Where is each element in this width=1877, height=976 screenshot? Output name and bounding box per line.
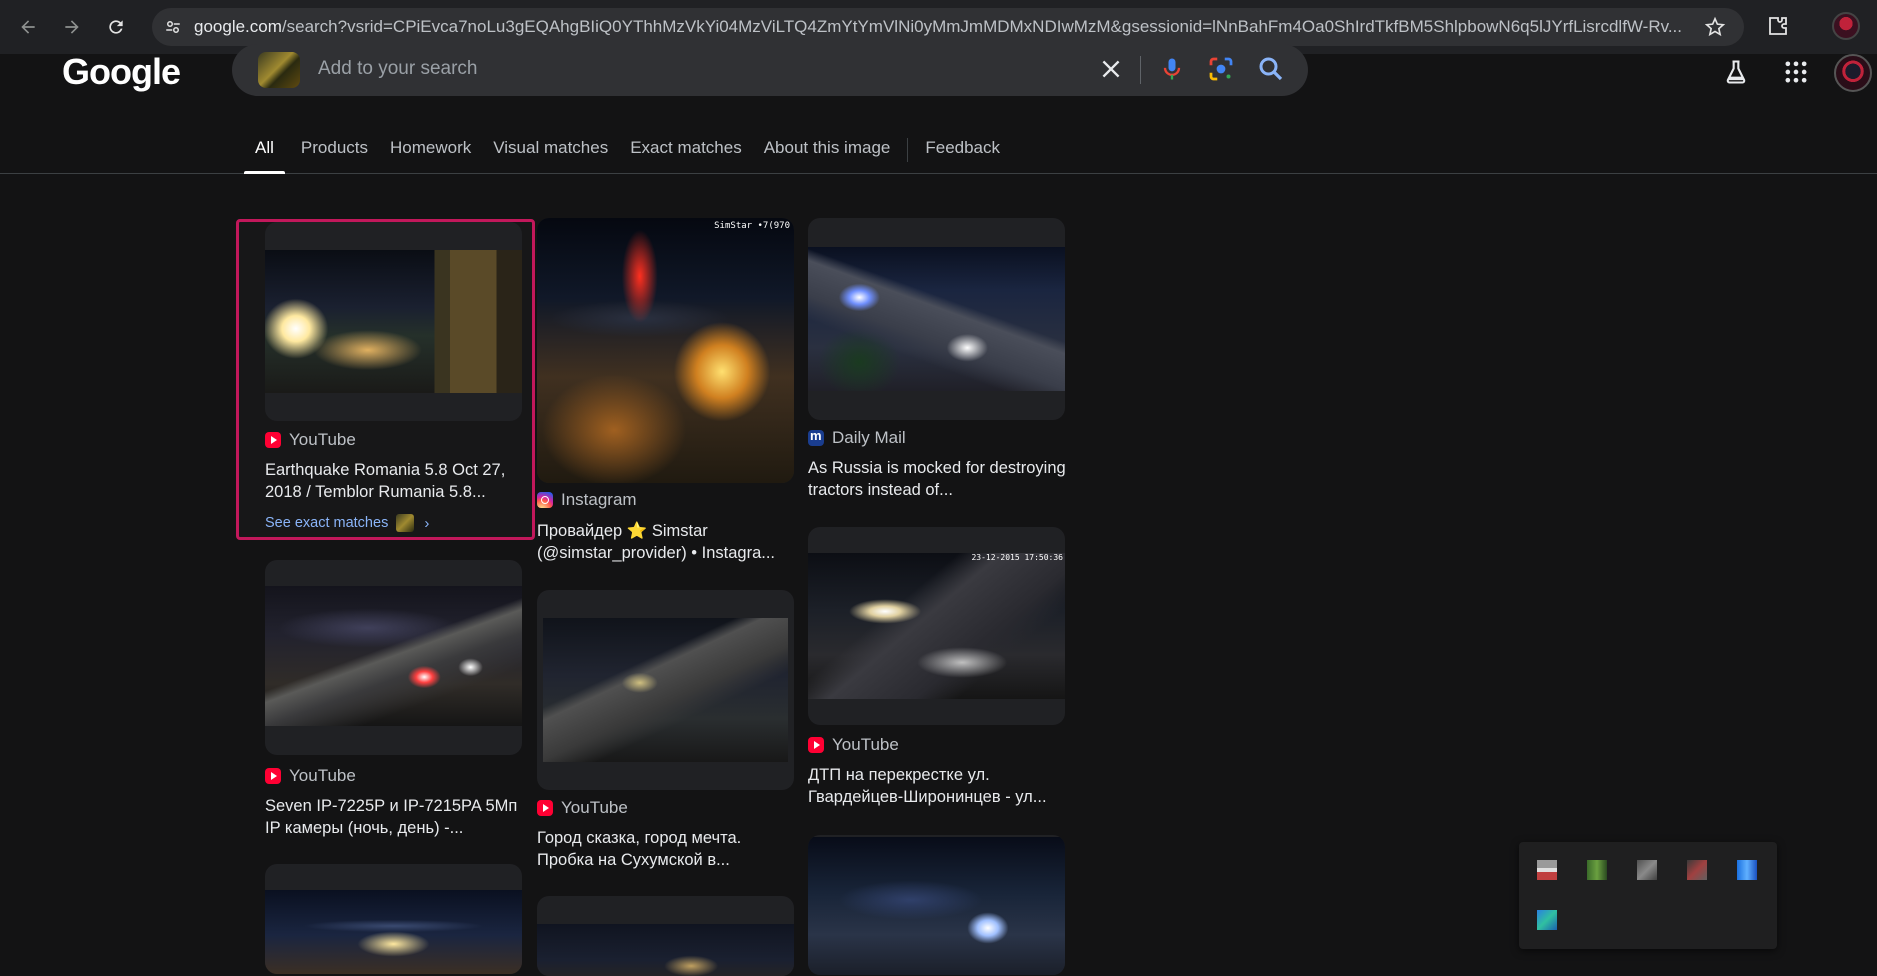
microphone-icon[interactable] <box>1158 54 1186 84</box>
pixelated-app-icon[interactable] <box>1537 860 1557 880</box>
tab-exact-matches[interactable]: Exact matches <box>619 138 753 174</box>
result-source[interactable]: Daily Mail <box>808 428 906 448</box>
arrow-right-icon <box>65 20 79 34</box>
result-source[interactable]: YouTube <box>265 430 356 450</box>
result-image[interactable] <box>808 835 1065 975</box>
source-name: Instagram <box>561 490 637 509</box>
account-avatar[interactable] <box>1834 54 1872 92</box>
google-logo[interactable]: Google <box>62 54 181 90</box>
address-bar[interactable]: google.com/search?vsrid=CPiEvca7noLu3gEQ… <box>152 8 1744 46</box>
result-card[interactable] <box>808 835 1065 975</box>
source-name: Daily Mail <box>832 428 906 447</box>
google-header: Google Add to your search All Products H… <box>0 44 1877 174</box>
daily-mail-icon <box>808 428 824 446</box>
result-source[interactable]: YouTube <box>537 798 628 818</box>
result-title[interactable]: Seven IP-7225P и IP-7215PA 5Мп IP камеры… <box>265 795 525 839</box>
arrow-left-icon <box>21 20 35 34</box>
result-title[interactable]: As Russia is mocked for destroying tract… <box>808 457 1068 501</box>
result-card[interactable] <box>537 896 794 976</box>
source-name: YouTube <box>832 735 899 754</box>
chevron-right-icon: › <box>424 514 430 532</box>
tab-about-this-image[interactable]: About this image <box>753 138 902 174</box>
exact-match-thumbnail <box>396 514 415 532</box>
result-card[interactable] <box>265 864 522 974</box>
tab-visual-matches[interactable]: Visual matches <box>482 138 619 174</box>
pixelated-app-icon[interactable] <box>1737 860 1757 880</box>
result-image[interactable] <box>537 590 794 790</box>
result-card[interactable]: 23-12-2015 17:50:36 YouTube ДТП на перек… <box>808 527 1065 806</box>
instagram-icon <box>537 492 553 508</box>
image-watermark: SimStar •7(970 <box>714 221 790 231</box>
result-image[interactable]: 23-12-2015 17:50:36 <box>808 527 1065 725</box>
result-card[interactable]: Daily Mail As Russia is mocked for destr… <box>808 218 1066 499</box>
see-exact-matches-label: See exact matches <box>265 515 389 531</box>
forward-button[interactable] <box>54 9 90 45</box>
google-lens-icon[interactable] <box>1206 54 1236 84</box>
youtube-icon <box>265 432 281 448</box>
search-icon[interactable] <box>1256 54 1286 84</box>
search-box[interactable]: Add to your search <box>232 44 1308 96</box>
url-host: google.com <box>194 17 282 36</box>
result-title[interactable]: ДТП на перекрестке ул. Гвардейцев-Широни… <box>808 764 1068 808</box>
url-text[interactable]: google.com/search?vsrid=CPiEvca7noLu3gEQ… <box>194 17 1699 37</box>
labs-flask-icon[interactable] <box>1722 58 1750 86</box>
result-image[interactable]: SimStar •7(970 <box>537 218 794 483</box>
tab-all[interactable]: All <box>244 138 285 174</box>
source-name: YouTube <box>289 766 356 785</box>
result-card[interactable]: YouTube Город сказка, город мечта. Пробк… <box>537 590 794 869</box>
tab-homework[interactable]: Homework <box>379 138 482 174</box>
url-path: /search?vsrid=CPiEvca7noLu3gEQAhgBIiQ0YT… <box>281 17 1683 36</box>
result-image[interactable] <box>265 864 522 974</box>
image-timestamp: 23-12-2015 17:50:36 <box>971 553 1063 562</box>
see-exact-matches-link[interactable]: See exact matches › <box>265 514 429 532</box>
source-name: YouTube <box>289 430 356 449</box>
reload-button[interactable] <box>98 9 134 45</box>
clear-icon[interactable] <box>1098 56 1124 82</box>
result-title[interactable]: Earthquake Romania 5.8 Oct 27, 2018 / Te… <box>265 459 525 503</box>
bookmark-star-icon[interactable] <box>1704 16 1726 38</box>
result-image[interactable] <box>808 218 1065 420</box>
tab-feedback[interactable]: Feedback <box>914 138 1011 174</box>
back-button[interactable] <box>10 9 46 45</box>
result-card[interactable]: SimStar •7(970 Instagram Провайдер ⭐ Sim… <box>537 218 794 562</box>
pixelated-app-icon[interactable] <box>1537 910 1557 930</box>
result-title[interactable]: Город сказка, город мечта. Пробка на Сух… <box>537 827 797 871</box>
tab-separator <box>907 138 909 162</box>
search-divider <box>1140 56 1141 84</box>
result-source[interactable]: YouTube <box>265 766 356 786</box>
pixelated-app-icon[interactable] <box>1687 860 1707 880</box>
result-source[interactable]: YouTube <box>808 735 899 755</box>
browser-profile-avatar[interactable] <box>1832 12 1860 40</box>
pixelated-app-icon[interactable] <box>1587 860 1607 880</box>
result-image[interactable] <box>265 560 522 755</box>
extensions-puzzle-icon[interactable] <box>1766 14 1790 38</box>
google-apps-icon[interactable] <box>1782 58 1810 86</box>
result-image[interactable] <box>537 896 794 976</box>
result-source[interactable]: Instagram <box>537 490 637 510</box>
youtube-icon <box>808 737 824 753</box>
source-name: YouTube <box>561 798 628 817</box>
result-card[interactable]: YouTube Seven IP-7225P и IP-7215PA 5Мп I… <box>265 560 522 837</box>
result-card[interactable]: YouTube Earthquake Romania 5.8 Oct 27, 2… <box>265 222 522 532</box>
result-title[interactable]: Провайдер ⭐ Simstar (@simstar_provider) … <box>537 520 797 564</box>
reload-icon <box>109 20 123 34</box>
site-info-icon[interactable] <box>158 12 188 42</box>
tab-products[interactable]: Products <box>290 138 379 174</box>
pixelated-app-icon[interactable] <box>1637 860 1657 880</box>
search-input[interactable]: Add to your search <box>318 58 477 80</box>
result-image[interactable] <box>265 222 522 421</box>
youtube-icon <box>265 768 281 784</box>
floating-extension-panel <box>1519 842 1777 949</box>
query-image-thumbnail[interactable] <box>258 52 300 88</box>
youtube-icon <box>537 800 553 816</box>
search-tabs: All Products Homework Visual matches Exa… <box>244 138 1011 174</box>
